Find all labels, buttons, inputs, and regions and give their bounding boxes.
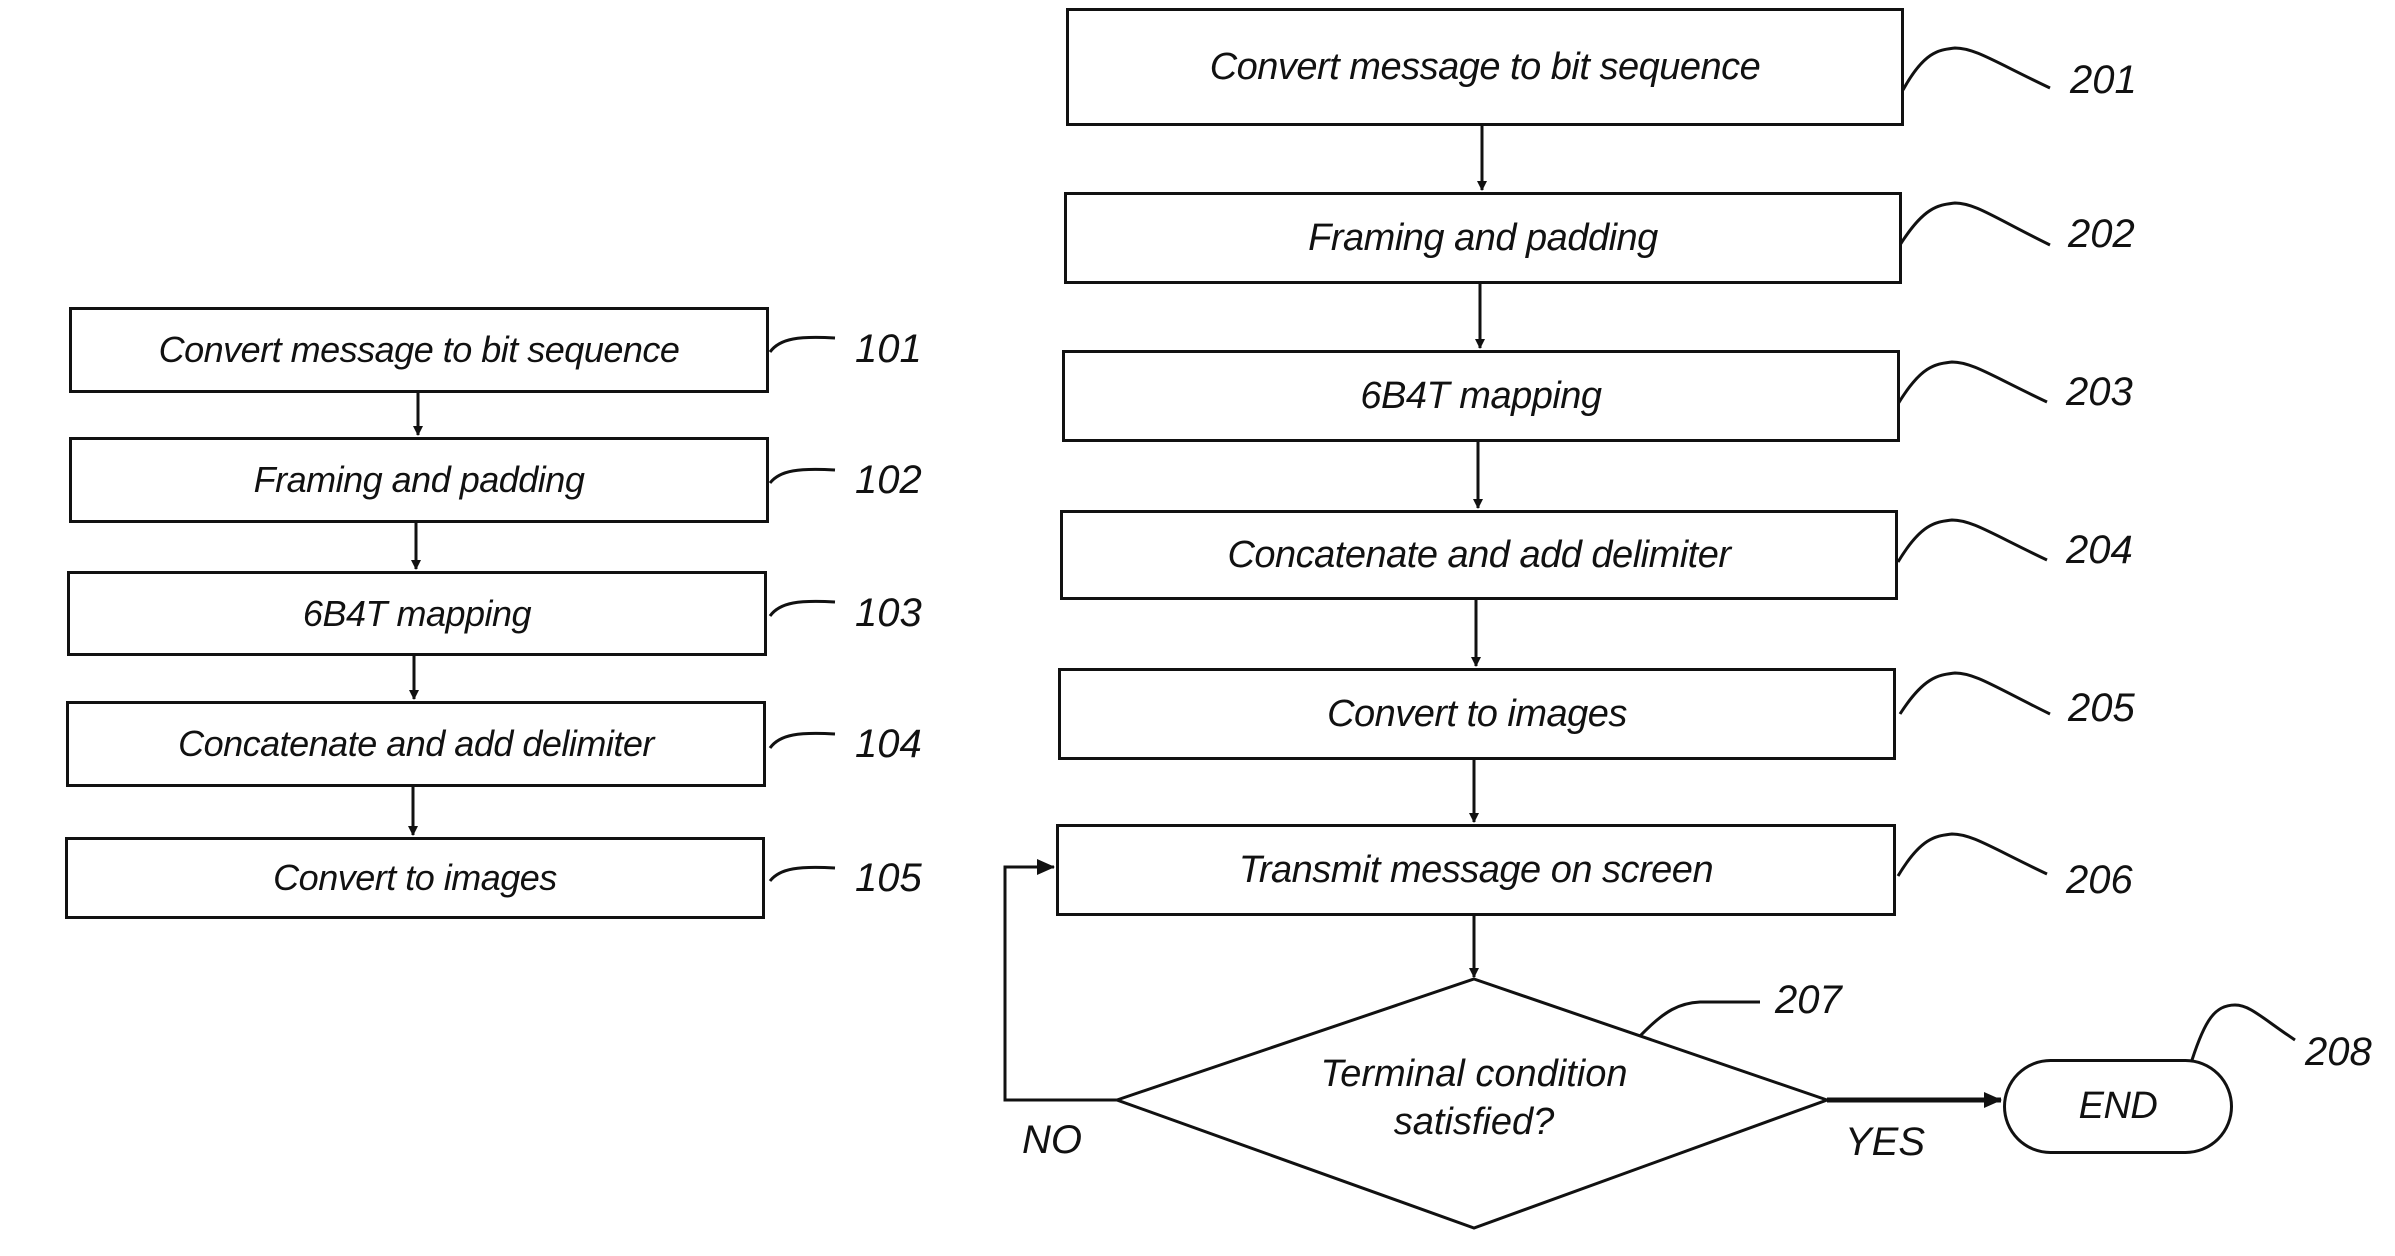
step-203-box: 6B4T mapping [1062,350,1900,442]
step-label: 6B4T mapping [302,592,532,634]
leader-204 [1896,518,2048,563]
ref-206: 206 [2066,858,2133,902]
end-terminal: END [2003,1059,2233,1154]
step-201-box: Convert message to bit sequence [1066,8,1904,126]
step-202-box: Framing and padding [1064,192,1902,284]
step-label: Framing and padding [253,459,585,500]
ref-207: 207 [1775,978,1842,1022]
step-label: 6B4T mapping [1360,374,1602,417]
leader-101 [768,335,836,353]
leader-206 [1896,832,2048,877]
step-102-box: Framing and padding [69,437,769,523]
leader-208 [2190,1003,2296,1061]
step-label: Convert to images [273,857,557,898]
step-label: Convert message to bit sequence [1209,45,1761,88]
leader-203 [1896,360,2048,405]
no-label: NO [1022,1118,1082,1162]
leader-102 [768,467,836,484]
step-205-box: Convert to images [1058,668,1896,760]
step-label: Transmit message on screen [1238,848,1714,891]
decision-text: Terminal condition satisfied? [1274,1050,1674,1146]
leader-105 [768,865,836,882]
leader-103 [768,599,836,617]
ref-101: 101 [855,327,922,371]
step-label: Concatenate and add delimiter [1227,533,1731,576]
ref-201: 201 [2070,58,2137,102]
ref-102: 102 [855,458,922,502]
step-104-box: Concatenate and add delimiter [66,701,766,787]
step-101-box: Convert message to bit sequence [69,307,769,393]
decision-line-1: Terminal condition [1320,1053,1628,1095]
step-label: Framing and padding [1308,216,1658,259]
ref-203: 203 [2066,370,2133,414]
leader-205 [1898,671,2051,716]
ref-208: 208 [2305,1030,2372,1074]
decision-line-2: satisfied? [1393,1101,1555,1143]
leader-202 [1898,201,2051,247]
leader-201 [1901,46,2051,91]
step-204-box: Concatenate and add delimiter [1060,510,1898,600]
leader-207 [1638,1000,1760,1038]
ref-202: 202 [2068,212,2135,256]
step-103-box: 6B4T mapping [67,571,767,656]
ref-204: 204 [2066,528,2133,572]
ref-105: 105 [855,856,922,900]
leader-104 [768,731,836,749]
ref-103: 103 [855,591,922,635]
end-label: END [2078,1085,2158,1127]
ref-104: 104 [855,722,922,766]
step-label: Convert to images [1327,692,1627,735]
step-105-box: Convert to images [65,837,765,919]
step-label: Convert message to bit sequence [158,329,680,370]
yes-label: YES [1845,1120,1926,1164]
step-206-box: Transmit message on screen [1056,824,1896,916]
ref-205: 205 [2068,686,2135,730]
step-label: Concatenate and add delimiter [178,723,654,764]
